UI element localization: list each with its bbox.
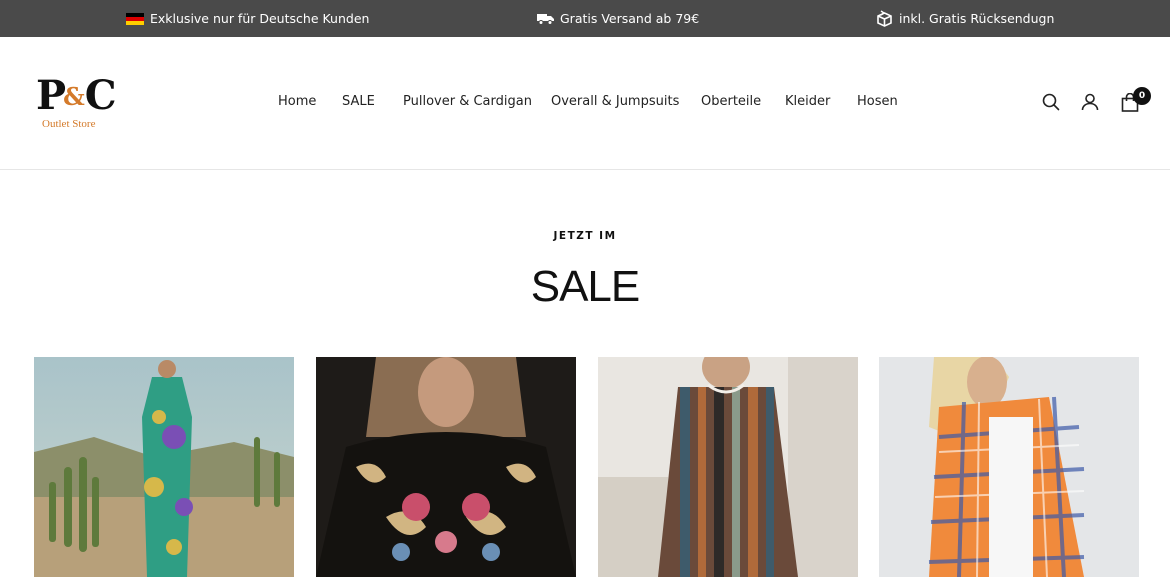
announcement-text: Gratis Versand ab 79€ bbox=[560, 11, 700, 26]
product-card[interactable] bbox=[34, 357, 294, 577]
product-card[interactable] bbox=[316, 357, 576, 577]
product-card[interactable] bbox=[879, 357, 1139, 577]
return-box-icon bbox=[876, 10, 893, 27]
hero-kicker: JETZT IM bbox=[553, 230, 617, 242]
nav-item-oberteile[interactable]: Oberteile bbox=[701, 94, 761, 109]
announcement-item: Exklusive nur für Deutsche Kunden bbox=[126, 0, 369, 37]
nav-item-hosen[interactable]: Hosen bbox=[857, 94, 898, 109]
nav-item-kleider[interactable]: Kleider bbox=[785, 94, 830, 109]
nav-item-home[interactable]: Home bbox=[278, 94, 316, 109]
announcement-text: Exklusive nur für Deutsche Kunden bbox=[150, 11, 370, 26]
user-icon[interactable] bbox=[1079, 91, 1101, 113]
product-card[interactable] bbox=[598, 357, 858, 577]
product-image bbox=[34, 357, 294, 577]
nav-item-sale[interactable]: SALE bbox=[342, 94, 375, 109]
product-grid bbox=[34, 357, 1139, 577]
truck-icon bbox=[537, 13, 554, 25]
logo-subtitle: Outlet Store bbox=[42, 118, 96, 130]
germany-flag-icon bbox=[126, 12, 144, 25]
cart-count-badge: 0 bbox=[1133, 87, 1151, 105]
hero-title: SALE bbox=[530, 262, 641, 311]
main-navigation: Home SALE Pullover & Cardigan Overall & … bbox=[0, 94, 1170, 114]
announcement-item: Gratis Versand ab 79€ bbox=[537, 0, 699, 37]
nav-item-pullover-cardigan[interactable]: Pullover & Cardigan bbox=[403, 94, 532, 109]
nav-item-overall-jumpsuits[interactable]: Overall & Jumpsuits bbox=[551, 94, 679, 109]
announcement-bar: Exklusive nur für Deutsche Kunden Gratis… bbox=[0, 0, 1170, 37]
product-image bbox=[879, 357, 1139, 577]
search-icon[interactable] bbox=[1040, 91, 1062, 113]
announcement-text: inkl. Gratis Rücksendugn bbox=[899, 11, 1055, 26]
announcement-item: inkl. Gratis Rücksendugn bbox=[876, 0, 1054, 37]
product-image bbox=[316, 357, 576, 577]
site-header: P&C Outlet Store Home SALE Pullover & Ca… bbox=[0, 37, 1170, 170]
product-image bbox=[598, 357, 858, 577]
